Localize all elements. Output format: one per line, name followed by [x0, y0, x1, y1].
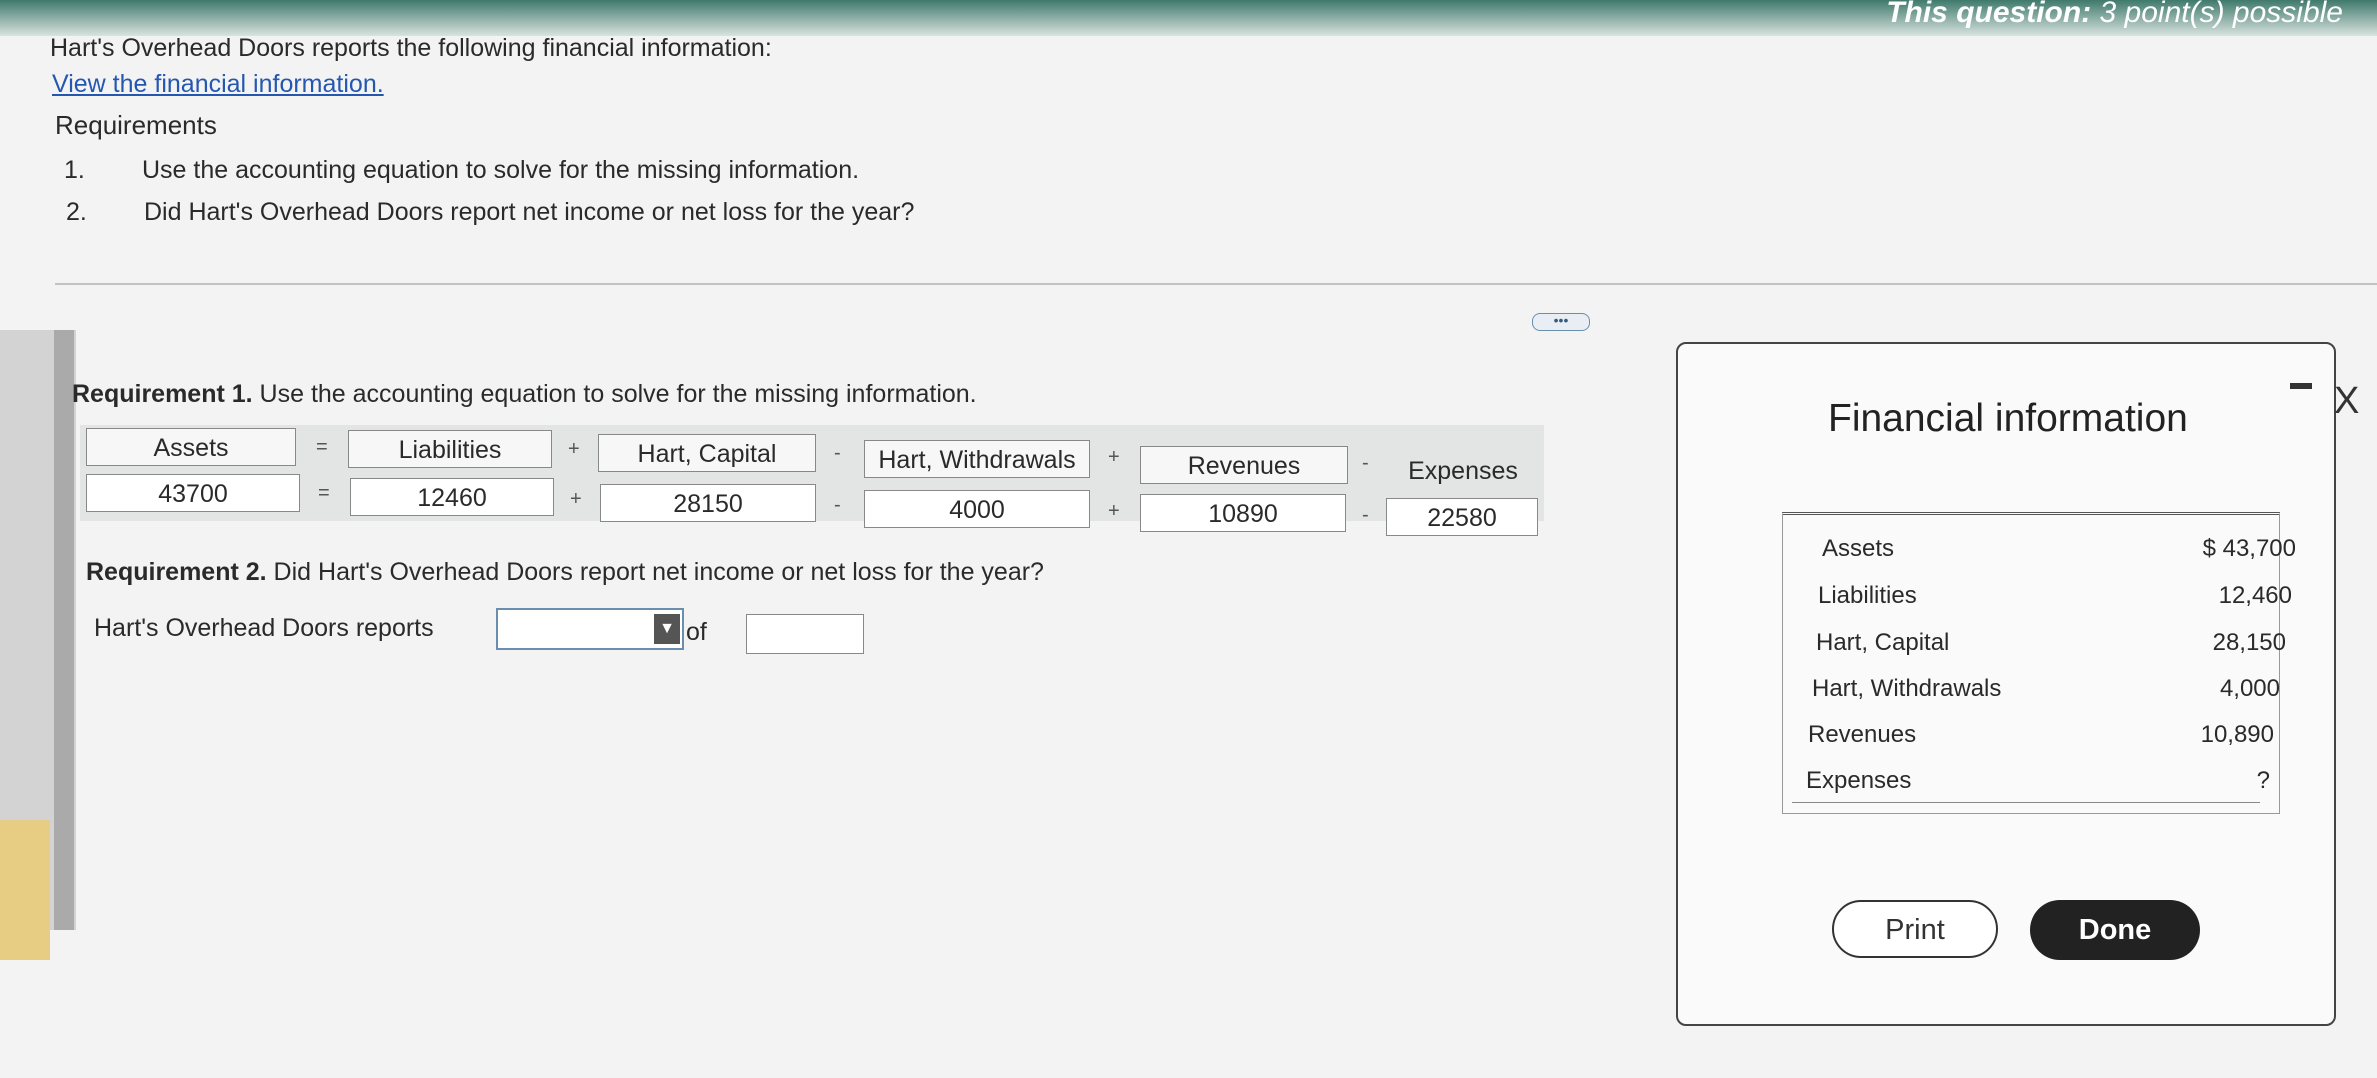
- print-button[interactable]: Print: [1832, 900, 1998, 958]
- liabilities-input[interactable]: 12460: [350, 478, 554, 516]
- value-operator: +: [1108, 500, 1120, 522]
- expand-handle[interactable]: •••: [1532, 313, 1590, 331]
- scrollbar-thumb[interactable]: [54, 330, 74, 930]
- left-scrollbar[interactable]: [0, 330, 76, 960]
- row-label: Hart, Capital: [1816, 629, 1950, 656]
- header-operator: -: [1362, 452, 1369, 474]
- row-value: 12,460: [2218, 582, 2292, 609]
- row-value: 10,890: [2200, 721, 2274, 748]
- requirement2-title: Requirement 2. Did Hart's Overhead Doors…: [86, 558, 1044, 587]
- revenues-input[interactable]: 10890: [1140, 494, 1346, 532]
- view-financial-info-link[interactable]: View the financial information.: [52, 70, 384, 99]
- amount-input[interactable]: [746, 614, 864, 654]
- requirement2-text: Did Hart's Overhead Doors report net inc…: [266, 558, 1044, 586]
- section-divider: [55, 283, 2377, 285]
- header-operator: +: [1108, 446, 1120, 468]
- points-text: 3 point(s) possible: [2099, 0, 2343, 29]
- requirement2-label: Requirement 2.: [86, 558, 267, 586]
- header-revenues: Revenues: [1140, 446, 1348, 484]
- sidebar-tab[interactable]: [0, 820, 50, 960]
- value-operator: -: [834, 494, 841, 516]
- reports-label: Hart's Overhead Doors reports: [94, 614, 434, 642]
- header-operator: =: [316, 436, 328, 458]
- chevron-down-icon[interactable]: ▼: [654, 614, 680, 644]
- row-label: Expenses: [1806, 767, 1912, 794]
- row-value: ?: [2256, 767, 2270, 794]
- close-icon[interactable]: X: [2334, 380, 2359, 423]
- assets-input[interactable]: 43700: [86, 474, 300, 512]
- row-value: 28,150: [2212, 629, 2286, 656]
- requirement1-label: Requirement 1.: [72, 380, 253, 408]
- requirement-text: Use the accounting equation to solve for…: [142, 156, 860, 184]
- main-content: This question: 3 point(s) possible Hart'…: [0, 0, 2377, 1078]
- requirement-number: 1.: [64, 156, 85, 184]
- requirement1-text: Use the accounting equation to solve for…: [252, 380, 977, 408]
- withdrawals-input[interactable]: 4000: [864, 490, 1090, 528]
- problem-intro: Hart's Overhead Doors reports the follow…: [50, 34, 772, 62]
- of-label: of: [686, 618, 707, 646]
- requirement-number: 2.: [66, 198, 87, 226]
- value-operator: =: [318, 482, 330, 504]
- header-operator: +: [568, 438, 580, 460]
- row-label: Assets: [1822, 535, 1895, 562]
- row-label: Liabilities: [1818, 582, 1917, 609]
- points-prefix: This question:: [1886, 0, 2092, 29]
- header-expenses: Expenses: [1408, 457, 1518, 485]
- requirement-text: Did Hart's Overhead Doors report net inc…: [144, 198, 915, 226]
- table-bottom-rule: [1792, 802, 2260, 803]
- expenses-input[interactable]: 22580: [1386, 498, 1538, 536]
- net-income-loss-select[interactable]: ▼: [496, 608, 684, 650]
- points-indicator: This question: 3 point(s) possible: [1886, 0, 2343, 30]
- done-button[interactable]: Done: [2030, 900, 2200, 960]
- minimize-icon[interactable]: [2290, 383, 2312, 389]
- row-value: 4,000: [2219, 675, 2280, 702]
- header-capital: Hart, Capital: [598, 434, 816, 472]
- header-assets: Assets: [86, 428, 296, 466]
- row-value: $ 43,700: [2202, 535, 2296, 562]
- row-label: Revenues: [1808, 721, 1917, 748]
- header-liabilities: Liabilities: [348, 430, 552, 468]
- header-withdrawals: Hart, Withdrawals: [864, 440, 1090, 478]
- capital-input[interactable]: 28150: [600, 484, 816, 522]
- header-operator: -: [834, 442, 841, 464]
- row-label: Hart, Withdrawals: [1812, 675, 2002, 702]
- requirement1-title: Requirement 1. Use the accounting equati…: [72, 380, 977, 409]
- requirements-title: Requirements: [55, 110, 217, 140]
- value-operator: -: [1362, 504, 1369, 526]
- value-operator: +: [570, 488, 582, 510]
- popup-title: Financial information: [1828, 397, 2188, 440]
